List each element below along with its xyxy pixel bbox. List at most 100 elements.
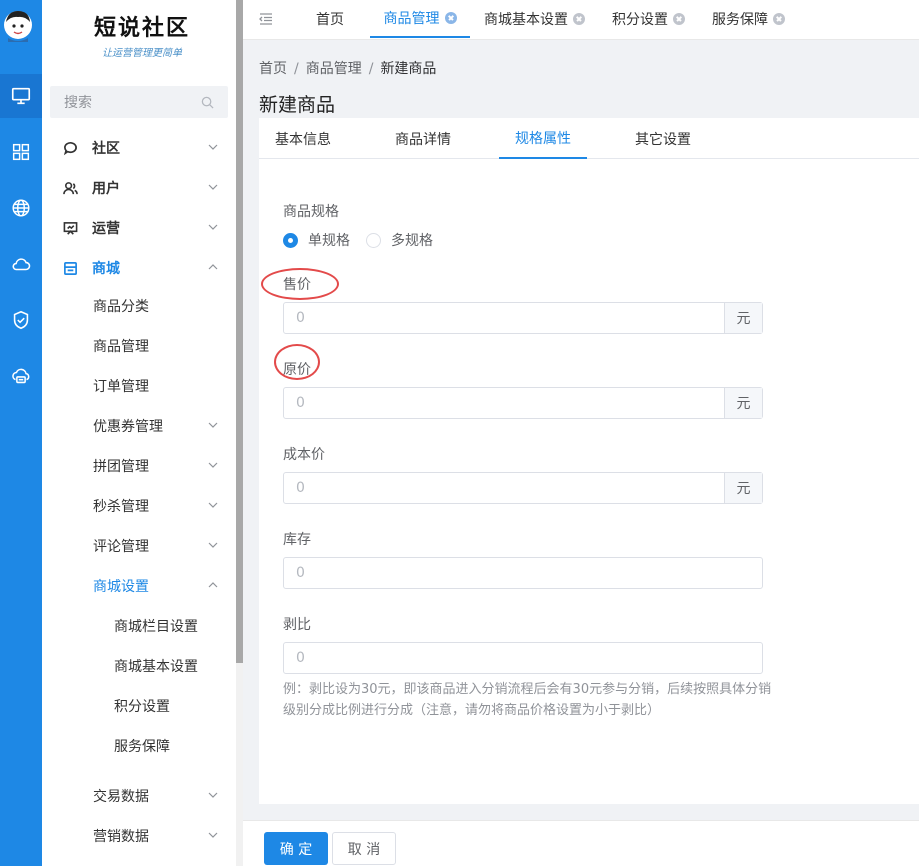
stock-input[interactable]: 0 bbox=[283, 557, 763, 589]
collapse-menu-button[interactable] bbox=[259, 0, 273, 38]
menu-goods[interactable]: 商品管理 bbox=[42, 326, 236, 366]
store-icon bbox=[62, 260, 78, 276]
sidebar: 短说社区 让运营管理更简单 搜索 社区 用户 运营 商城 商品分类 商品管理 订… bbox=[42, 0, 236, 866]
menu-mall[interactable]: 商城 bbox=[42, 248, 236, 288]
menu-flashsale-label: 秒杀管理 bbox=[93, 499, 149, 515]
cost-unit: 元 bbox=[724, 473, 762, 503]
strip-input[interactable]: 0 bbox=[283, 642, 763, 674]
close-icon[interactable] bbox=[773, 13, 785, 25]
menu-marketing-data[interactable]: 营销数据 bbox=[42, 816, 236, 856]
search-input[interactable]: 搜索 bbox=[50, 86, 228, 118]
menu-category[interactable]: 商品分类 bbox=[42, 286, 236, 326]
orig-price-input[interactable]: 0 元 bbox=[283, 387, 763, 419]
price-input-value: 0 bbox=[296, 310, 305, 326]
menu-mall-settings-label: 商城设置 bbox=[93, 579, 149, 595]
cost-input[interactable]: 0 元 bbox=[283, 472, 763, 504]
chevron-up-icon bbox=[208, 264, 218, 270]
presentation-icon bbox=[62, 220, 78, 236]
rail-shield[interactable] bbox=[0, 298, 42, 342]
tab-detail[interactable]: 商品详情 bbox=[395, 118, 451, 159]
menu-service[interactable]: 服务保障 bbox=[42, 726, 236, 766]
chevron-down-icon bbox=[208, 422, 218, 428]
chevron-down-icon bbox=[208, 144, 218, 150]
confirm-button[interactable]: 确 定 bbox=[264, 832, 328, 865]
logo-title: 短说社区 bbox=[93, 15, 190, 41]
orig-price-unit: 元 bbox=[724, 388, 762, 418]
search-placeholder: 搜索 bbox=[64, 95, 92, 111]
menu-groupbuy[interactable]: 拼团管理 bbox=[42, 446, 236, 486]
tab-spec[interactable]: 规格属性 bbox=[499, 118, 587, 159]
close-icon[interactable] bbox=[444, 12, 457, 24]
menu-operations[interactable]: 运营 bbox=[42, 208, 236, 248]
tab-service-label: 服务保障 bbox=[712, 12, 768, 28]
menu-coupons[interactable]: 优惠券管理 bbox=[42, 406, 236, 446]
breadcrumb-home[interactable]: 首页 bbox=[259, 61, 287, 77]
strip-input-value: 0 bbox=[296, 650, 305, 666]
menu-community-label: 社区 bbox=[92, 141, 120, 157]
tab-bar: 首页 商品管理 商城基本设置 积分设置 服务保障 bbox=[243, 0, 919, 40]
menu-service-label: 服务保障 bbox=[114, 739, 170, 755]
logo: 短说社区 让运营管理更简单 bbox=[87, 10, 197, 66]
icon-rail bbox=[0, 0, 42, 866]
breadcrumb-separator: / bbox=[368, 61, 374, 77]
chevron-down-icon bbox=[208, 832, 218, 838]
spec-label: 商品规格 bbox=[283, 204, 339, 220]
price-label: 售价 bbox=[283, 277, 311, 293]
tab-points[interactable]: 积分设置 bbox=[612, 0, 685, 38]
tab-home[interactable]: 首页 bbox=[316, 0, 344, 38]
menu-basic-settings[interactable]: 商城基本设置 bbox=[42, 646, 236, 686]
menu-community[interactable]: 社区 bbox=[42, 128, 236, 168]
users-icon bbox=[62, 180, 78, 196]
shield-check-icon bbox=[13, 310, 29, 330]
search-icon bbox=[201, 96, 214, 109]
radio-single-label[interactable]: 单规格 bbox=[308, 230, 350, 250]
tab-other[interactable]: 其它设置 bbox=[635, 118, 691, 159]
menu-groupbuy-label: 拼团管理 bbox=[93, 459, 149, 475]
menu-column-settings[interactable]: 商城栏目设置 bbox=[42, 606, 236, 646]
rail-cloud[interactable] bbox=[0, 242, 42, 286]
tab-basic[interactable]: 商城基本设置 bbox=[484, 0, 585, 38]
radio-multi-label[interactable]: 多规格 bbox=[391, 230, 433, 250]
breadcrumb-goods[interactable]: 商品管理 bbox=[306, 61, 362, 77]
tab-points-label: 积分设置 bbox=[612, 12, 668, 28]
strip-hint: 例：剥比设为30元，即该商品进入分销流程后会有30元参与分销，后续按照具体分销级… bbox=[283, 682, 772, 718]
rail-globe[interactable] bbox=[0, 186, 42, 230]
menu-orders[interactable]: 订单管理 bbox=[42, 366, 236, 406]
menu-basic-settings-label: 商城基本设置 bbox=[114, 659, 198, 675]
menu-points-settings-label: 积分设置 bbox=[114, 699, 170, 715]
menu-mall-settings[interactable]: 商城设置 bbox=[42, 566, 236, 606]
menu-trade-data[interactable]: 交易数据 bbox=[42, 776, 236, 816]
close-icon[interactable] bbox=[673, 13, 685, 25]
sidebar-scroll-track[interactable] bbox=[236, 663, 243, 866]
menu-orders-label: 订单管理 bbox=[93, 379, 149, 395]
tab-goods[interactable]: 商品管理 bbox=[370, 0, 470, 38]
chevron-down-icon bbox=[208, 224, 218, 230]
sidebar-scrollbar[interactable] bbox=[236, 0, 243, 663]
menu-flashsale[interactable]: 秒杀管理 bbox=[42, 486, 236, 526]
price-input[interactable]: 0 元 bbox=[283, 302, 763, 334]
menu-points-settings[interactable]: 积分设置 bbox=[42, 686, 236, 726]
form-tabs: 基本信息 商品详情 规格属性 其它设置 bbox=[259, 118, 919, 159]
menu-users-label: 用户 bbox=[92, 181, 120, 197]
menu-operations-label: 运营 bbox=[92, 221, 120, 237]
strip-label: 剥比 bbox=[283, 617, 311, 633]
monitor-icon bbox=[11, 87, 31, 105]
tab-basic-info[interactable]: 基本信息 bbox=[275, 118, 331, 159]
menu-users[interactable]: 用户 bbox=[42, 168, 236, 208]
menu-mall-label: 商城 bbox=[92, 261, 120, 277]
rail-monitor[interactable] bbox=[0, 74, 42, 118]
rail-cloud-server[interactable] bbox=[0, 354, 42, 398]
radio-multi[interactable] bbox=[366, 232, 381, 248]
menu-trade-data-label: 交易数据 bbox=[93, 789, 149, 805]
breadcrumb: 首页 / 商品管理 / 新建商品 bbox=[259, 58, 436, 78]
close-icon[interactable] bbox=[573, 13, 585, 25]
tab-service[interactable]: 服务保障 bbox=[712, 0, 785, 38]
menu-goods-label: 商品管理 bbox=[93, 339, 149, 355]
menu-reviews[interactable]: 评论管理 bbox=[42, 526, 236, 566]
cancel-button[interactable]: 取 消 bbox=[332, 832, 396, 865]
radio-single[interactable] bbox=[283, 232, 298, 248]
cloud-icon bbox=[12, 258, 31, 271]
avatar[interactable] bbox=[3, 8, 33, 42]
rail-apps[interactable] bbox=[0, 130, 42, 174]
menu-coupons-label: 优惠券管理 bbox=[93, 419, 163, 435]
